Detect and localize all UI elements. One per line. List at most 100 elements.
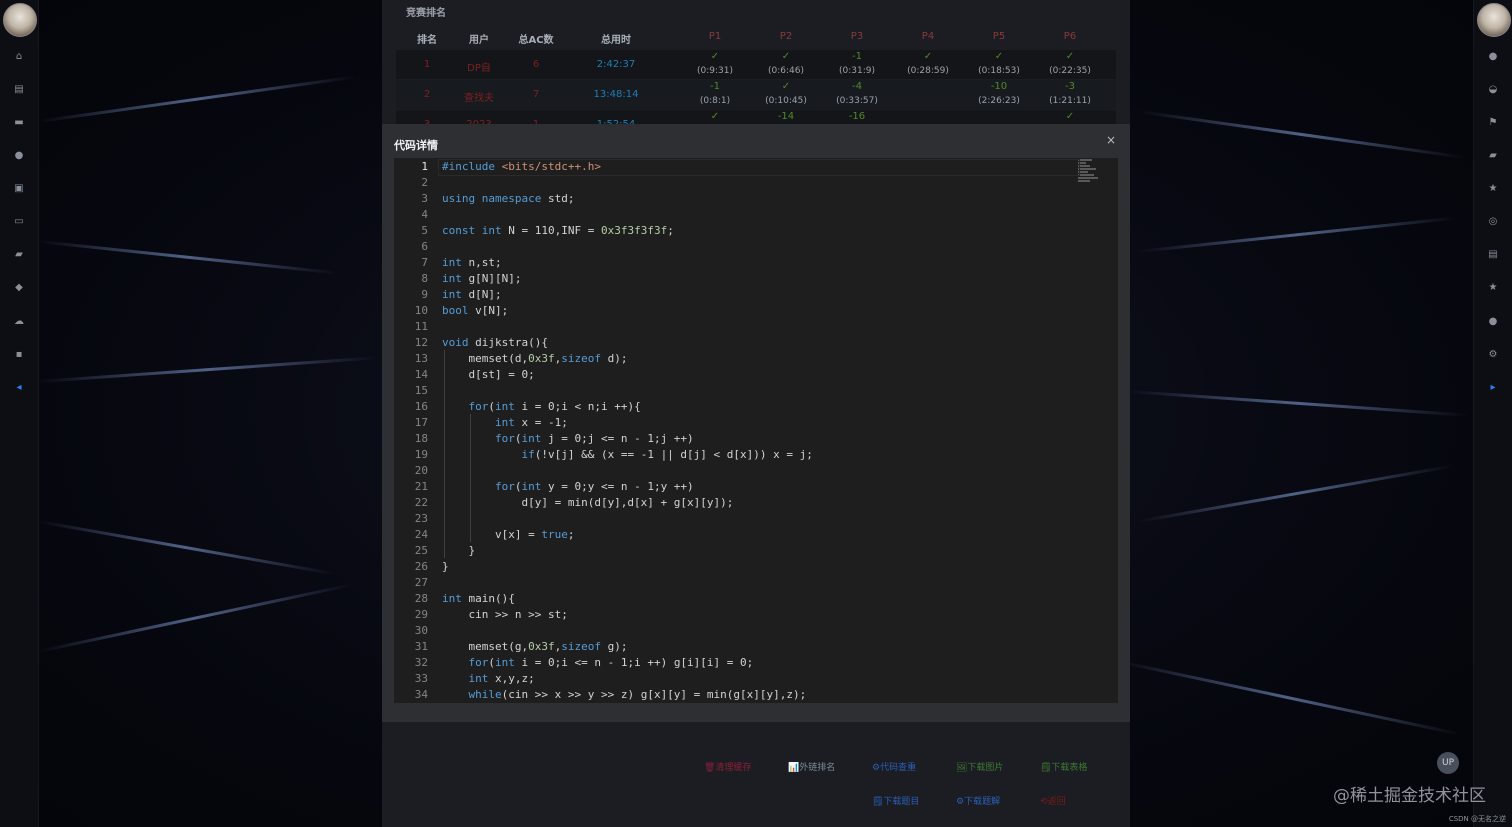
- line-number: 21: [414, 480, 428, 493]
- code-text: for(int i = 0;i < n;i ++){: [468, 400, 641, 413]
- header-p2[interactable]: P2: [751, 31, 821, 42]
- modal-title: 代码详情: [394, 139, 438, 152]
- header-p1[interactable]: P1: [680, 31, 750, 42]
- code-line: 26}: [394, 559, 1118, 575]
- line-number: 32: [414, 656, 428, 669]
- code-line: 27: [394, 575, 1118, 591]
- code-text: #include <bits/stdc++.h>: [442, 160, 601, 173]
- header-p5[interactable]: P5: [964, 31, 1034, 42]
- truck-icon[interactable]: ▰: [1474, 149, 1512, 163]
- problem-cell: ✓ (0:18:53): [964, 50, 1034, 78]
- line-number: 28: [414, 592, 428, 605]
- code-line: 15: [394, 383, 1118, 399]
- line-number: 7: [421, 256, 428, 269]
- collapse-right-icon[interactable]: ▸: [1474, 381, 1512, 395]
- person-icon[interactable]: ●: [1474, 50, 1512, 64]
- settings-circle-icon[interactable]: ◎: [1474, 215, 1512, 229]
- problem-time: (2:26:23): [978, 96, 1020, 106]
- star-icon[interactable]: ★: [1474, 182, 1512, 196]
- problem-cell: ✓ (0:10:45): [751, 80, 821, 108]
- line-number: 29: [414, 608, 428, 621]
- header-ac: 总AC数: [518, 35, 554, 46]
- cloud-icon[interactable]: ☁: [0, 315, 38, 329]
- line-number: 15: [414, 384, 428, 397]
- scroll-up-button[interactable]: UP: [1437, 752, 1459, 774]
- checklist-icon[interactable]: ▣: [0, 182, 38, 196]
- code-line: 28 int main(){: [394, 591, 1118, 607]
- monitor-icon[interactable]: ▬: [0, 116, 38, 130]
- code-line: 21 for(int y = 0;y <= n - 1;y ++): [394, 479, 1118, 495]
- light-streak: [38, 583, 352, 653]
- code-line: 25 }: [394, 543, 1118, 559]
- line-number: 12: [414, 336, 428, 349]
- download-solutions-button[interactable]: ⚙下载题解: [956, 794, 1000, 807]
- problem-cell: -1 (0:8:1): [680, 80, 750, 108]
- download-problems-button[interactable]: 🗒下载题目: [872, 794, 919, 807]
- ac-cell: 7: [532, 89, 540, 100]
- problem-time: (0:28:59): [907, 66, 949, 76]
- code-line: 33 int x,y,z;: [394, 671, 1118, 687]
- user-avatar[interactable]: [3, 3, 37, 37]
- problem-cell: ✓: [680, 110, 750, 124]
- download-table-button[interactable]: 🗒下载表格: [1040, 760, 1087, 773]
- document-icon[interactable]: ▤: [0, 83, 38, 97]
- header-p6[interactable]: P6: [1035, 31, 1105, 42]
- return-button[interactable]: ⟲返回: [1040, 794, 1066, 807]
- problem-status: ✓: [710, 51, 720, 62]
- code-line: 22 d[y] = min(d[y],d[x] + g[x][y]);: [394, 495, 1118, 511]
- code-text: d[st] = 0;: [442, 368, 535, 381]
- star-icon[interactable]: ★: [1474, 281, 1512, 295]
- code-line: 32 for(int i = 0;i <= n - 1;i ++) g[i][i…: [394, 655, 1118, 671]
- gear-icon[interactable]: ⚙: [1474, 348, 1512, 362]
- line-number: 34: [414, 688, 428, 701]
- problem-cell: -3 (1:21:11): [1035, 80, 1105, 108]
- user-icon[interactable]: ●: [0, 149, 38, 163]
- clipboard-icon[interactable]: ▤: [1474, 248, 1512, 262]
- code-text: int x,y,z;: [468, 672, 535, 685]
- desktop-icon[interactable]: ▭: [0, 215, 38, 229]
- problem-status: -4: [852, 81, 862, 92]
- line-number: 19: [414, 448, 428, 461]
- light-streak: [1137, 110, 1465, 159]
- code-text: void dijkstra(){: [442, 336, 548, 349]
- line-number: 6: [421, 240, 428, 253]
- code-text: bool v[N];: [442, 304, 509, 317]
- code-check-button[interactable]: ⚙代码查重: [872, 760, 916, 773]
- close-icon[interactable]: ×: [1106, 133, 1116, 147]
- code-line: 2: [394, 175, 1118, 191]
- bell-icon[interactable]: ◒: [1474, 83, 1512, 97]
- location-icon[interactable]: ◆: [0, 281, 38, 295]
- code-line: 10 bool v[N];: [394, 303, 1118, 319]
- problem-status: ✓: [1065, 111, 1075, 122]
- code-text: int x = -1;: [494, 416, 568, 429]
- code-text: int d[N];: [442, 288, 502, 301]
- code-text: int main(){: [442, 592, 515, 605]
- download-image-button[interactable]: 🖼下载图片: [956, 760, 1003, 773]
- user-icon[interactable]: ●: [1474, 315, 1512, 329]
- external-rank-button[interactable]: 📊外链排名: [788, 760, 835, 773]
- code-text: int g[N][N];: [442, 272, 522, 285]
- header-rank: 排名: [417, 35, 437, 46]
- code-detail-modal: 代码详情 × 1 #include <bits/stdc++.h> 2 3 using …: [382, 124, 1130, 722]
- right-sidebar: ● ◒ ⚑ ▰ ★ ◎ ▤ ★ ● ⚙ ▸: [1473, 0, 1512, 827]
- flag-icon[interactable]: ⚑: [1474, 116, 1512, 130]
- home-icon[interactable]: ⌂: [0, 50, 38, 64]
- problem-status: ✓: [994, 51, 1004, 62]
- code-line: 12 void dijkstra(){: [394, 335, 1118, 351]
- total-time-cell: 2:42:37: [596, 59, 636, 70]
- user-avatar-right[interactable]: [1477, 3, 1511, 37]
- code-line: 31 memset(g,0x3f,sizeof g);: [394, 639, 1118, 655]
- header-p4[interactable]: P4: [893, 31, 963, 42]
- code-editor[interactable]: 1 #include <bits/stdc++.h> 2 3 using namespa…: [394, 158, 1118, 703]
- chat-icon[interactable]: ▪: [0, 348, 38, 362]
- line-number: 11: [414, 320, 428, 333]
- code-line: 23: [394, 511, 1118, 527]
- clear-cache-button[interactable]: 🗑清理缓存: [704, 760, 751, 773]
- csdn-mark: CSDN @无名之逆: [1448, 815, 1506, 823]
- problem-status: -1: [710, 81, 720, 92]
- problem-status: ✓: [781, 51, 791, 62]
- header-p3[interactable]: P3: [822, 31, 892, 42]
- line-number: 8: [421, 272, 428, 285]
- collapse-left-icon[interactable]: ◂: [0, 381, 38, 395]
- truck-icon[interactable]: ▰: [0, 248, 38, 262]
